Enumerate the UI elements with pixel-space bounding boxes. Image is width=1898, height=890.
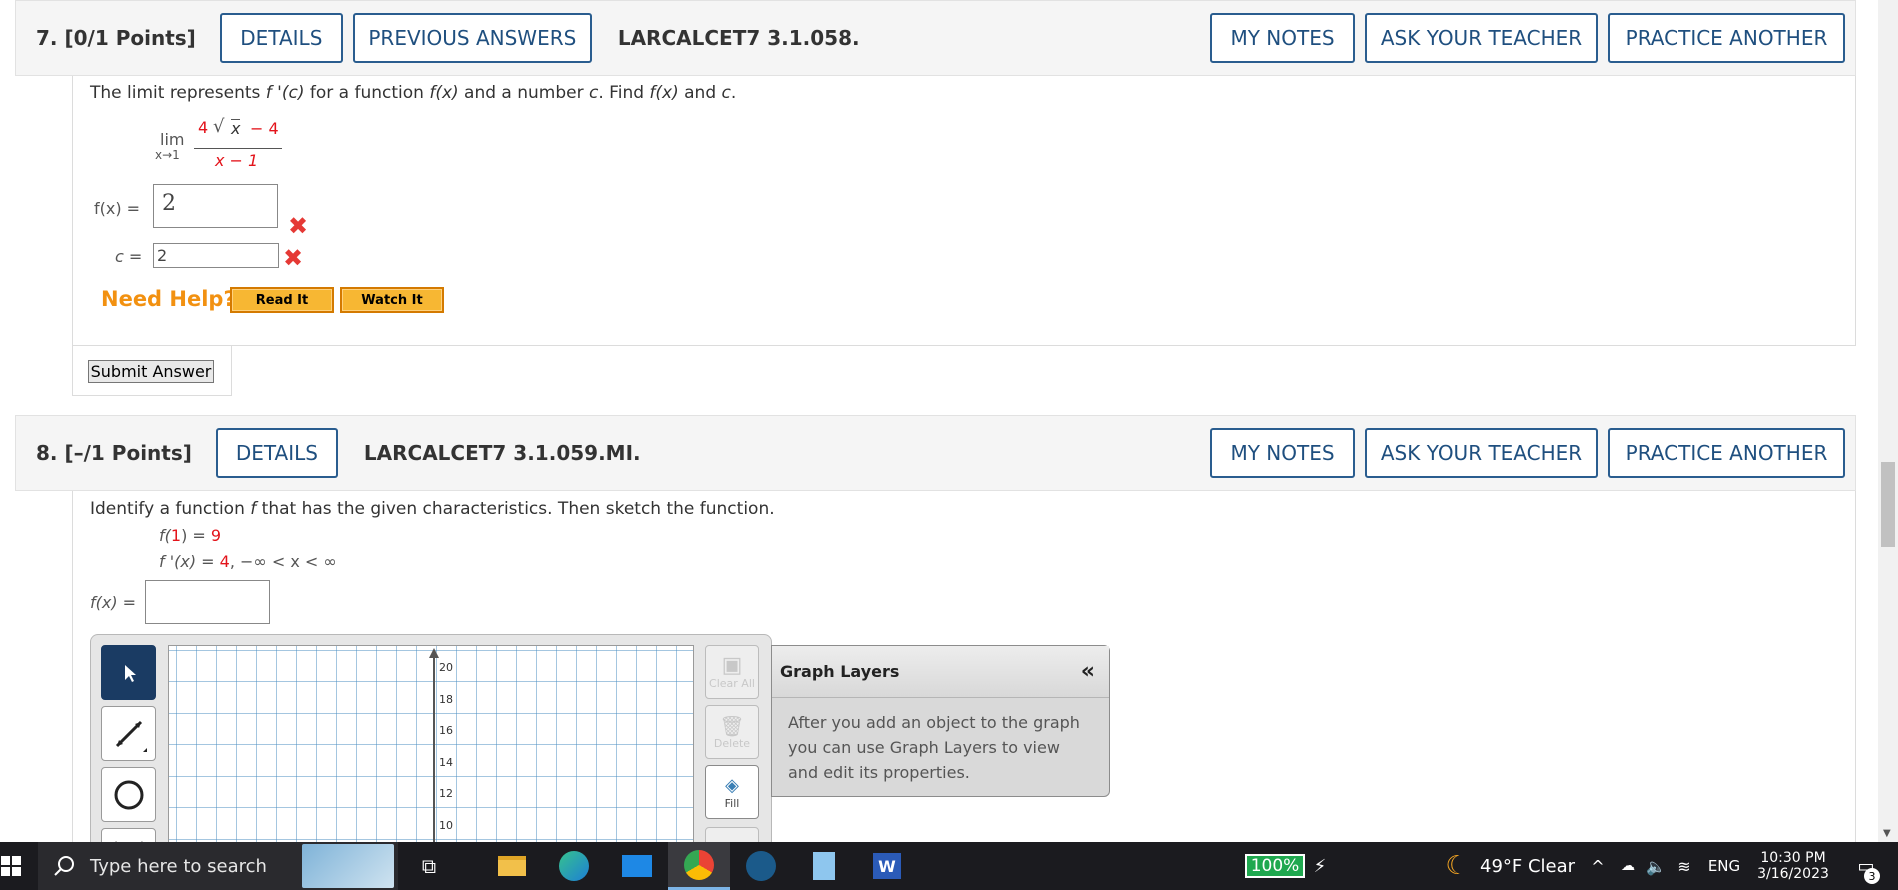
fill-bucket-icon: ◈ (725, 774, 739, 796)
q7-fx-input[interactable]: 2 (153, 184, 278, 228)
delete-button[interactable]: 🗑 Delete (705, 705, 759, 759)
chevron-up-icon[interactable]: ^ (1586, 842, 1610, 890)
file-explorer-icon[interactable] (495, 842, 529, 890)
clear-all-icon: ▣ (721, 652, 743, 678)
denominator: x − 1 (215, 151, 259, 170)
clock[interactable]: 10:30 PM 3/16/2023 (1748, 842, 1838, 890)
lim-subscript: x→1 (155, 148, 180, 162)
condition-fprime: f '(x) = 4, −∞ < x < ∞ (159, 552, 337, 571)
notification-icon[interactable]: ▭ 3 (1846, 842, 1886, 890)
watch-it-button[interactable]: Watch It (340, 287, 444, 313)
q8-problem-id: LARCALCET7 3.1.059.MI. (363, 441, 641, 465)
numerator-radicand: x (231, 119, 241, 138)
q7-details-button[interactable]: DETAILS (219, 13, 343, 63)
y-tick-14: 14 (439, 756, 453, 769)
clock-time: 10:30 PM (1760, 850, 1826, 866)
y-tick-10: 10 (439, 819, 453, 832)
moon-weather-icon: ☾ (1445, 851, 1469, 881)
y-tick-18: 18 (439, 693, 453, 706)
word-icon[interactable]: W (868, 842, 906, 890)
q8-practice-another-button[interactable]: PRACTICE ANOTHER (1608, 428, 1845, 478)
q7-points: 7. [0/1 Points] (36, 26, 196, 50)
wifi-icon[interactable]: ≋ (1672, 842, 1696, 890)
power-plug-icon: ⚡ (1313, 855, 1327, 877)
task-view-icon[interactable]: ⧉ (412, 842, 446, 890)
graph-layers-help-text: After you add an object to the graph you… (788, 713, 1080, 782)
q7-previous-answers-button[interactable]: PREVIOUS ANSWERS (352, 13, 592, 63)
q7-my-notes-button[interactable]: MY NOTES (1210, 13, 1355, 63)
clock-date: 3/16/2023 (1757, 866, 1829, 882)
notepad-icon[interactable] (805, 842, 843, 890)
lim-label: lim (160, 130, 185, 149)
cursor-icon (124, 664, 136, 682)
steam-icon[interactable] (742, 842, 780, 890)
graph-layers-panel: Graph Layers « After you add an object t… (771, 645, 1110, 797)
search-placeholder: Type here to search (90, 855, 267, 877)
taskbar-search-box[interactable]: Type here to search (38, 842, 398, 890)
mail-icon[interactable] (618, 842, 656, 890)
q8-header: 8. [–/1 Points] DETAILS LARCALCET7 3.1.0… (15, 415, 1856, 491)
page: 7. [0/1 Points] DETAILS PREVIOUS ANSWERS… (0, 0, 1898, 890)
y-tick-20: 20 (439, 661, 453, 674)
q8-ask-teacher-button[interactable]: ASK YOUR TEACHER (1365, 428, 1598, 478)
battery-percent: 100% (1244, 854, 1306, 878)
read-it-button[interactable]: Read It (230, 287, 334, 313)
battery-indicator[interactable]: 100% (1243, 842, 1307, 890)
clear-all-button[interactable]: ▣ Clear All (705, 645, 759, 699)
pointer-tool-button[interactable] (101, 645, 156, 700)
q7-problem-id: LARCALCET7 3.1.058. (617, 26, 860, 50)
q7-fx-label: f(x) = (94, 199, 141, 218)
volume-icon[interactable]: 🔈 (1644, 842, 1668, 890)
q7-c-incorrect-icon: ✖ (283, 244, 304, 272)
q7-c-label: c = (115, 247, 143, 266)
fraction-bar (194, 148, 282, 149)
search-highlight-image (302, 844, 394, 888)
q8-details-button[interactable]: DETAILS (215, 428, 338, 478)
notification-count: 3 (1864, 868, 1880, 884)
language-indicator[interactable]: ENG (1704, 842, 1744, 890)
edge-icon[interactable] (555, 842, 593, 890)
q7-practice-another-button[interactable]: PRACTICE ANOTHER (1608, 13, 1845, 63)
fill-button[interactable]: ◈ Fill (705, 765, 759, 819)
q7-c-input[interactable]: 2 (153, 243, 279, 268)
graph-layers-title: Graph Layers (780, 662, 900, 681)
search-icon (54, 856, 74, 876)
q8-prompt: Identify a function f that has the given… (90, 499, 775, 519)
line-segment-icon (115, 720, 147, 752)
y-tick-16: 16 (439, 724, 453, 737)
q7-header: 7. [0/1 Points] DETAILS PREVIOUS ANSWERS… (15, 0, 1856, 76)
trash-icon: 🗑 (719, 713, 745, 738)
y-tick-12: 12 (439, 787, 453, 800)
numerator-coefficient: 4 (198, 118, 209, 137)
q8-my-notes-button[interactable]: MY NOTES (1210, 428, 1355, 478)
q8-points: 8. [–/1 Points] (36, 441, 192, 465)
q7-prompt: The limit represents f '(c) for a functi… (90, 83, 737, 103)
graph-layers-header: Graph Layers « (772, 646, 1109, 698)
scrollbar[interactable]: ▼ (1878, 0, 1898, 842)
scrollbar-thumb[interactable] (1881, 462, 1895, 547)
q7-fx-incorrect-icon: ✖ (288, 212, 309, 240)
collapse-icon[interactable]: « (1081, 659, 1095, 684)
condition-f1: f(1) = 9 (159, 526, 222, 545)
submit-answer-button[interactable]: Submit Answer (88, 360, 214, 383)
need-help-label: Need Help? (101, 287, 236, 311)
numerator-tail: − 4 (250, 119, 279, 138)
q7-ask-teacher-button[interactable]: ASK YOUR TEACHER (1365, 13, 1598, 63)
weather-text[interactable]: 49°F Clear (1480, 842, 1580, 890)
scroll-down-icon[interactable]: ▼ (1883, 828, 1891, 839)
windows-start-icon[interactable] (0, 842, 22, 890)
onedrive-icon[interactable]: ☁ (1616, 842, 1640, 890)
chrome-icon[interactable] (668, 842, 730, 890)
circle-tool-button[interactable] (101, 767, 156, 822)
circle-icon (114, 780, 143, 809)
sqrt-symbol: √ (213, 116, 225, 137)
q8-fx-input[interactable] (145, 580, 270, 624)
q8-fx-label: f(x) = (90, 593, 137, 612)
line-tool-button[interactable] (101, 706, 156, 761)
